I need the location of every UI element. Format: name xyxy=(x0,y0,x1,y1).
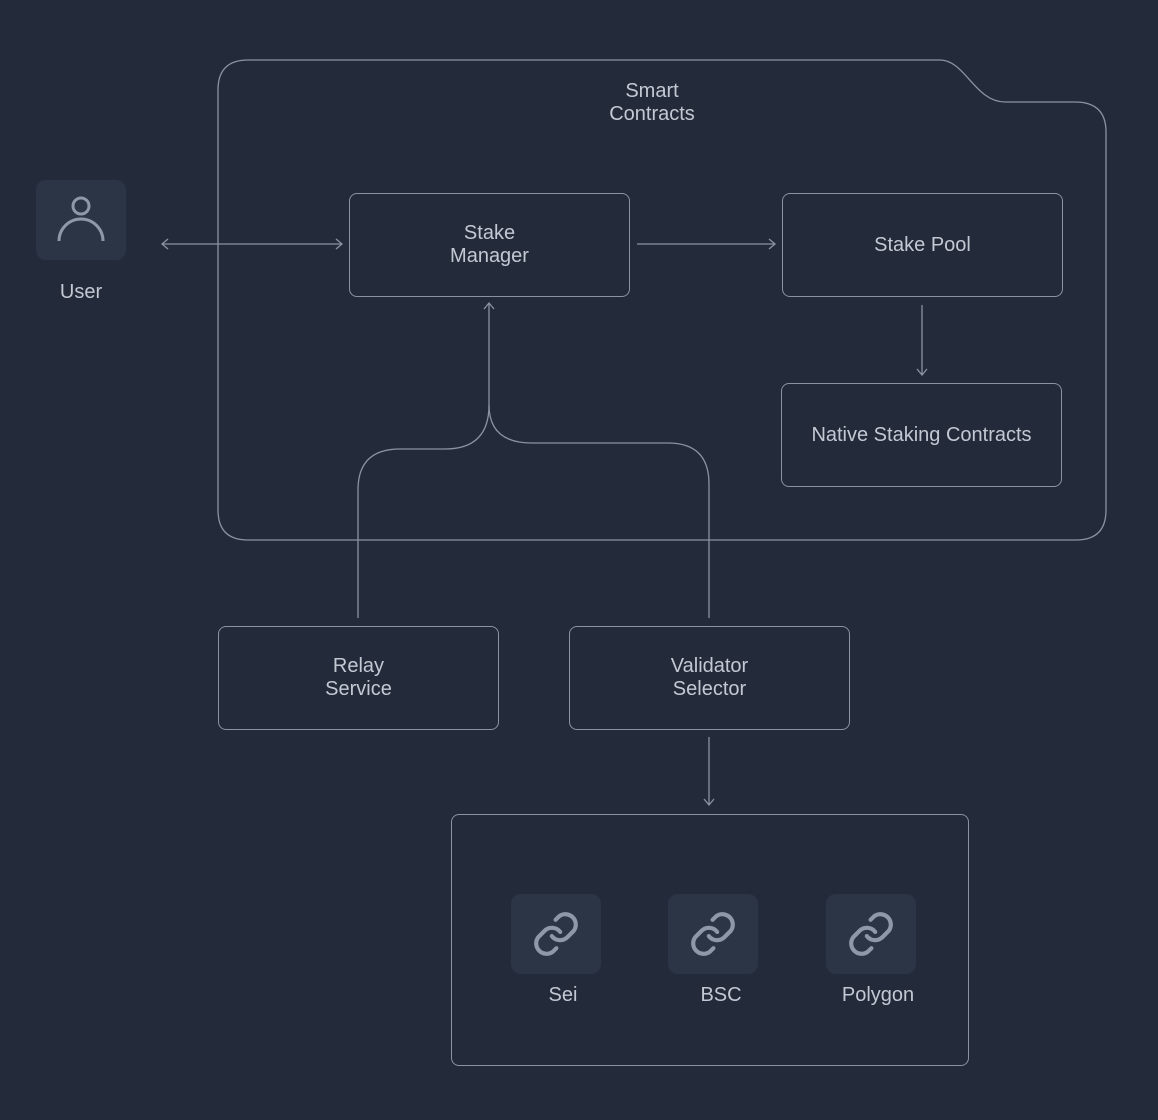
arrow-validator-chains xyxy=(703,737,715,807)
chain-polygon[interactable] xyxy=(826,894,916,974)
user-label: User xyxy=(59,281,103,303)
arrow-stake-pool-native xyxy=(916,305,928,377)
chain-sei[interactable] xyxy=(511,894,601,974)
link-icon xyxy=(534,912,578,956)
link-icon xyxy=(691,912,735,956)
native-staking-node[interactable]: Native Staking Contracts xyxy=(781,383,1062,487)
chain-label: Polygon xyxy=(841,984,915,1006)
user-icon xyxy=(57,196,105,242)
chain-bsc[interactable] xyxy=(668,894,758,974)
relay-service-node[interactable]: Relay Service xyxy=(218,626,499,730)
stake-pool-node[interactable]: Stake Pool xyxy=(782,193,1063,297)
link-icon xyxy=(849,912,893,956)
user-avatar[interactable] xyxy=(36,180,126,260)
arrow-services-stake-manager xyxy=(357,301,710,618)
stake-manager-node[interactable]: Stake Manager xyxy=(349,193,630,297)
arrow-stake-manager-stake-pool xyxy=(637,238,777,250)
validator-selector-node[interactable]: Validator Selector xyxy=(569,626,850,730)
arrow-user-stake-manager xyxy=(160,238,344,250)
chain-label: Sei xyxy=(548,984,578,1006)
container-title: Smart Contracts xyxy=(609,80,695,125)
chain-label: BSC xyxy=(700,984,742,1006)
